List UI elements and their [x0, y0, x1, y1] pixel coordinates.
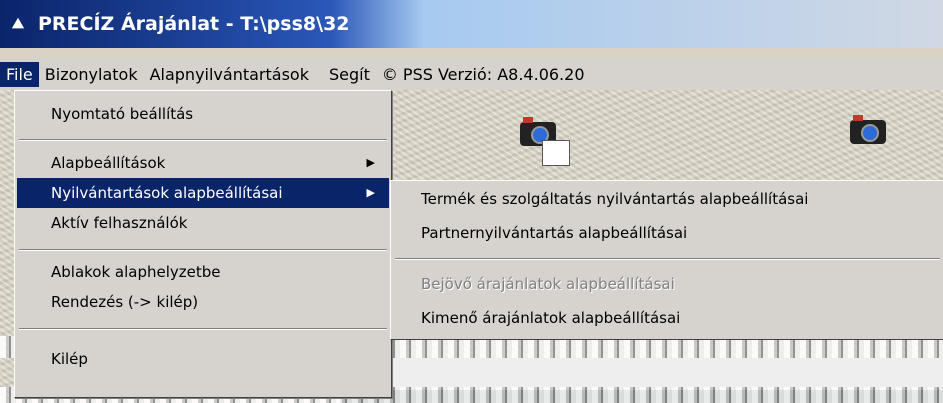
- title-bar: ⯅ PRECÍZ Árajánlat - T:\pss8\32: [0, 0, 943, 48]
- menu-item-alapbeallitasok[interactable]: Alapbeállítások ▶: [17, 148, 389, 178]
- menu-item-label: Kilép: [51, 350, 88, 368]
- menu-item-reset-windows[interactable]: Ablakok alaphelyzetbe: [17, 257, 389, 287]
- menu-item-active-users[interactable]: Aktív felhasználók: [17, 208, 389, 238]
- menu-bar: File Bizonylatok Alapnyilvántartások Seg…: [0, 58, 943, 90]
- menu-bizonylatok[interactable]: Bizonylatok: [39, 62, 144, 87]
- menu-item-sort-exit[interactable]: Rendezés (-> kilép): [17, 287, 389, 317]
- menu-segit[interactable]: Segít: [323, 62, 376, 87]
- menu-item-label: Nyomtató beállítás: [51, 105, 194, 123]
- menu-item-label: Aktív felhasználók: [51, 214, 188, 232]
- submenu-item-incoming-quotes: Bejövő árajánlatok alapbeállításai: [393, 269, 942, 299]
- menu-separator: [19, 249, 387, 251]
- menu-alapnyilvantartasok[interactable]: Alapnyilvántartások: [144, 62, 315, 87]
- window-title: PRECÍZ Árajánlat - T:\pss8\32: [38, 13, 350, 35]
- document-icon: [542, 140, 570, 166]
- menu-item-label: Nyilvántartások alapbeállításai: [51, 184, 283, 202]
- menu-item-nyilvantartasok[interactable]: Nyilvántartások alapbeállításai ▶: [17, 178, 389, 208]
- submenu-item-label: Termék és szolgáltatás nyilvántartás ala…: [421, 190, 809, 208]
- file-menu: Nyomtató beállítás Alapbeállítások ▶ Nyi…: [14, 90, 392, 398]
- menu-item-label: Ablakok alaphelyzetbe: [51, 263, 221, 281]
- nyilvantartasok-submenu: Termék és szolgáltatás nyilvántartás ala…: [390, 180, 943, 340]
- menu-separator: [395, 258, 940, 260]
- submenu-item-product-settings[interactable]: Termék és szolgáltatás nyilvántartás ala…: [393, 184, 942, 214]
- submenu-item-partner-settings[interactable]: Partnernyilvántartás alapbeállításai: [393, 218, 942, 248]
- menu-item-exit[interactable]: Kilép: [17, 344, 389, 374]
- menu-separator: [19, 139, 387, 141]
- submenu-arrow-icon: ▶: [366, 186, 375, 199]
- menu-item-label: Rendezés (-> kilép): [51, 293, 199, 311]
- submenu-item-label: Bejövő árajánlatok alapbeállításai: [421, 275, 675, 293]
- menu-item-label: Alapbeállítások: [51, 154, 166, 172]
- menu-item-printer-settings[interactable]: Nyomtató beállítás: [17, 99, 389, 129]
- menu-separator: [19, 328, 387, 330]
- submenu-item-label: Partnernyilvántartás alapbeállításai: [421, 224, 688, 242]
- submenu-item-outgoing-quotes[interactable]: Kimenő árajánlatok alapbeállításai: [393, 303, 942, 333]
- submenu-arrow-icon: ▶: [366, 156, 375, 169]
- menu-file[interactable]: File: [0, 61, 39, 87]
- camera-icon[interactable]: [850, 115, 886, 144]
- app-logo-icon: ⯅: [10, 12, 26, 36]
- version-label: © PSS Verzió: A8.4.06.20: [381, 64, 585, 84]
- submenu-item-label: Kimenő árajánlatok alapbeállításai: [421, 309, 681, 327]
- desktop-band: [390, 358, 943, 387]
